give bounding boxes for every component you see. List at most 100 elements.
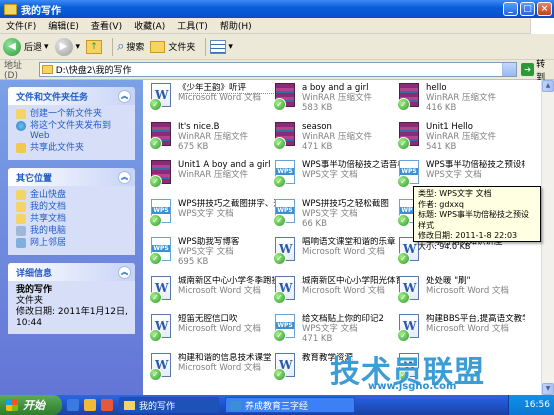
quick-launch-icon[interactable] — [67, 399, 79, 411]
place-my-documents[interactable]: 我的文档 — [16, 202, 129, 212]
menu-view[interactable]: 查看(V) — [85, 19, 128, 32]
file-item[interactable]: ✓ It's nice.B WinRAR 压缩文件 675 KB — [149, 121, 277, 156]
close-button[interactable]: × — [537, 2, 552, 16]
back-button[interactable]: ◀ 后退 ▾ — [3, 37, 49, 56]
menu-edit[interactable]: 编辑(E) — [42, 19, 85, 32]
sync-check-icon: ✓ — [273, 175, 286, 188]
file-name: It's nice.B — [178, 121, 220, 132]
place-my-computer[interactable]: 我的电脑 — [16, 226, 129, 236]
file-item[interactable]: ✓ 处处暖 "刷"Microsoft Word 文档 — [397, 275, 525, 310]
task-share-folder[interactable]: 共享此文件夹 — [16, 143, 129, 153]
quick-launch-icon[interactable] — [101, 399, 113, 411]
menu-favorites[interactable]: 收藏(A) — [128, 19, 171, 32]
other-places-header[interactable]: 其它位置 ︽ — [8, 168, 135, 186]
sync-check-icon: ✓ — [149, 98, 162, 111]
file-item[interactable]: ✓ 《少年王韵》听评Microsoft Word 文档 — [149, 83, 277, 117]
collapse-icon[interactable]: ︽ — [118, 265, 131, 279]
details-name: 我的写作 — [16, 285, 53, 295]
sync-check-icon: ✓ — [273, 290, 286, 304]
file-item[interactable]: ✓ Unit1 Hello WinRAR 压缩文件 541 KB — [397, 121, 525, 156]
sync-check-icon: ✓ — [149, 367, 162, 381]
file-name: a boy and a girl — [302, 83, 369, 93]
file-item[interactable]: ✓ hello WinRAR 压缩文件 416 KB — [397, 83, 525, 117]
title-bar[interactable]: 我的写作 _ □ × — [0, 0, 554, 18]
file-item[interactable]: ✓ WPS事半功倍秘技之语音校对WPS文字 文档 — [273, 160, 401, 194]
place-shared-documents[interactable]: 共享文档 — [16, 214, 129, 224]
file-item[interactable]: ✓ 唱响语文课堂和谐的乐章Microsoft Word 文档 — [273, 237, 401, 271]
file-size: 541 KB — [426, 141, 457, 152]
toolbar-separator — [205, 37, 207, 56]
go-arrow-icon: ➔ — [521, 63, 535, 76]
collapse-icon[interactable]: ︽ — [118, 170, 131, 184]
file-type: Microsoft Word 文档 — [178, 324, 261, 334]
address-label: 地址(D) — [4, 61, 23, 81]
file-tasks-header[interactable]: 文件和文件夹任务 ︽ — [8, 87, 135, 105]
file-type: WinRAR 压缩文件 — [302, 93, 372, 103]
sync-check-icon: ✓ — [273, 98, 286, 111]
file-item[interactable]: ✓ a boy and a girl WinRAR 压缩文件 583 KB — [273, 83, 401, 117]
sync-check-icon: ✓ — [149, 213, 162, 227]
sync-check-icon: ✓ — [149, 290, 162, 304]
file-name: 处处暖 "刷" — [426, 275, 471, 286]
scroll-up-button[interactable]: ▲ — [542, 80, 554, 92]
file-item[interactable]: ✓ 城南新区中心小学冬季跑操活动正式启动Microsoft Word 文档 — [149, 275, 277, 310]
taskbar-button-my-writing[interactable]: 我的写作 — [119, 397, 219, 413]
sync-check-icon: ✓ — [397, 329, 410, 342]
menu-tools[interactable]: 工具(T) — [171, 19, 214, 32]
folders-button[interactable]: 文件夹 — [150, 40, 195, 53]
views-button[interactable]: ▾ — [210, 39, 233, 54]
folder-icon — [41, 65, 53, 74]
sync-check-icon: ✓ — [397, 252, 410, 265]
task-publish-web[interactable]: 将这个文件夹发布到 Web — [16, 121, 129, 141]
go-button[interactable]: ➔ 转到 — [521, 57, 554, 83]
task-new-folder[interactable]: 创建一个新文件夹 — [16, 109, 129, 119]
address-input[interactable]: D:\快盘2\我的写作 — [38, 62, 518, 77]
scroll-down-button[interactable]: ▼ — [542, 383, 554, 395]
quick-launch-icon[interactable] — [84, 399, 96, 411]
file-size: 416 KB — [426, 103, 457, 113]
file-item[interactable]: ✓ WPS拼技巧之截图拼字、速学WPS文字 文档 — [149, 198, 277, 233]
file-name: WPS事半功倍秘技之预设样式 — [426, 160, 525, 170]
menu-file[interactable]: 文件(F) — [0, 19, 42, 32]
file-size: 675 KB — [178, 141, 209, 152]
file-item[interactable]: ✓ season WinRAR 压缩文件 471 KB — [273, 121, 401, 156]
file-item[interactable]: ✓ WPS拼技巧之轻松截图WPS文字 文档66 KB — [273, 198, 401, 233]
file-type: WPS文字 文档 — [302, 324, 358, 334]
file-item[interactable]: ✓ 城南新区中心小学阳光体育活动加火如荼Microsoft Word 文档 — [273, 275, 401, 310]
search-icon: ⌕ — [117, 39, 125, 54]
menu-help[interactable]: 帮助(H) — [214, 19, 258, 32]
search-button[interactable]: ⌕ 搜索 — [117, 39, 144, 54]
place-network[interactable]: 网上邻居 — [16, 238, 129, 248]
forward-button[interactable]: ▶ ▾ — [54, 37, 80, 56]
file-type: WinRAR 压缩文件 — [178, 170, 248, 180]
place-kuaipan[interactable]: 金山快盘 — [16, 190, 129, 200]
maximize-button[interactable]: □ — [520, 2, 535, 16]
file-item[interactable]: ✓ Unit1 A boy and a girl WinRAR 压缩文件 — [149, 160, 277, 194]
vertical-scrollbar[interactable]: ▲ ▼ — [541, 80, 554, 395]
rar-file-icon: ✓ — [273, 83, 297, 111]
file-type: WPS文字 文档 — [302, 208, 358, 219]
file-item[interactable]: ✓ 构建BBS平台,提高语文教学效能Microsoft Word 文档 — [397, 314, 525, 348]
file-item[interactable]: ✓ 给文档贴上你的印记2WPS文字 文档471 KB — [273, 314, 401, 348]
file-item[interactable]: ✓ 短笛无腔信口吹Microsoft Word 文档 — [149, 314, 277, 348]
collapse-icon[interactable]: ︽ — [118, 89, 131, 103]
chevron-down-icon[interactable] — [502, 63, 517, 76]
start-button[interactable]: 开始 — [0, 395, 62, 415]
file-item[interactable]: ✓ 构建和谐的信息技术课堂Microsoft Word 文档 — [149, 352, 277, 387]
details-panel: 详细信息 ︽ 我的写作 文件夹 修改日期: 2011年1月12日, 10:44 — [8, 263, 135, 334]
word-file-icon: ✓ — [149, 83, 173, 111]
details-header[interactable]: 详细信息 ︽ — [8, 263, 135, 281]
file-type: WPS文字 文档 — [426, 170, 482, 180]
taskbar-button-document[interactable]: 养成教育三字经 — [225, 397, 355, 413]
rar-file-icon: ✓ — [149, 121, 173, 150]
up-folder-button[interactable]: ↑ — [86, 39, 103, 54]
rar-file-icon: ✓ — [397, 83, 421, 111]
file-item[interactable]: ✓ WPS助我写博客WPS文字 文档695 KB — [149, 237, 277, 271]
windows-logo-icon — [530, 18, 554, 34]
file-name: WPS助我写博客 — [178, 237, 240, 247]
sync-check-icon: ✓ — [397, 290, 410, 304]
up-folder-icon: ↑ — [86, 39, 103, 54]
toolbar-separator — [112, 37, 114, 56]
shared-documents-icon — [16, 214, 26, 224]
minimize-button[interactable]: _ — [503, 2, 518, 16]
